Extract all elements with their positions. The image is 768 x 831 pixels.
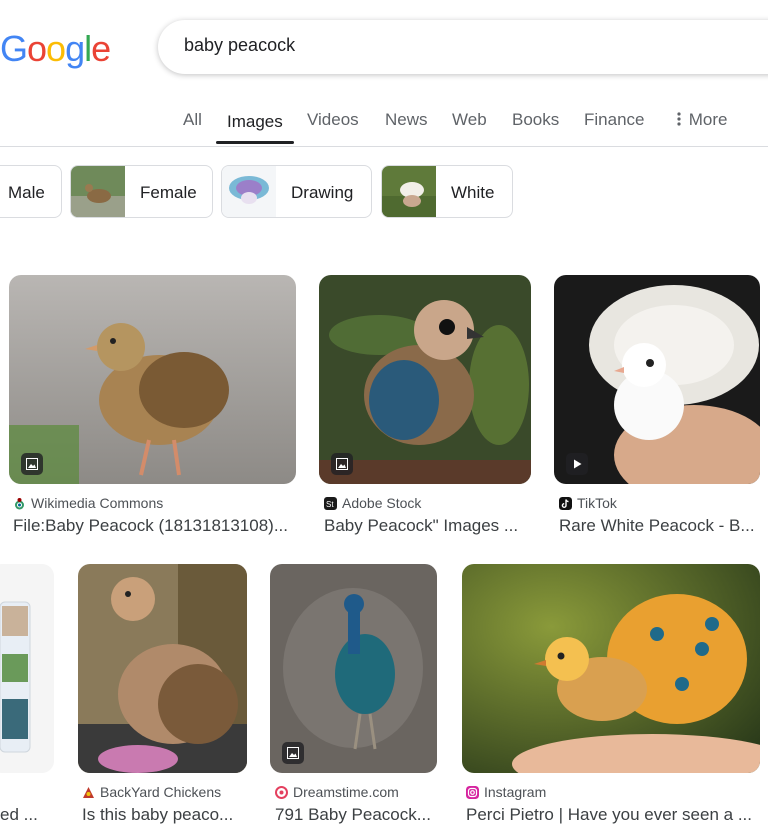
result-source[interactable]: St Adobe Stock — [324, 495, 421, 511]
result-image[interactable] — [0, 564, 54, 773]
chip-thumbnail-female — [71, 166, 125, 217]
result-source[interactable]: Wikimedia Commons — [13, 495, 163, 511]
result-title[interactable]: File:Baby Peacock (18131813108)... — [13, 516, 296, 536]
instagram-favicon — [466, 785, 479, 799]
search-tabs: All Images Videos News Web Books Finance… — [0, 102, 768, 146]
svg-text:St: St — [326, 500, 334, 509]
active-tab-indicator — [216, 141, 294, 144]
chip-label: Male — [8, 183, 45, 202]
chip-label: Drawing — [291, 183, 354, 202]
adobe-stock-favicon: St — [324, 496, 337, 510]
tiktok-favicon — [559, 496, 572, 510]
source-name: Adobe Stock — [342, 495, 422, 511]
source-name: BackYard Chickens — [100, 784, 222, 800]
source-name: Dreamstime.com — [293, 784, 399, 800]
result-title[interactable]: 791 Baby Peacock... — [275, 805, 437, 825]
tab-web[interactable]: Web — [452, 110, 487, 130]
image-badge — [282, 742, 304, 764]
image-icon — [26, 458, 38, 470]
source-name: Instagram — [484, 784, 547, 800]
chip-label: Female — [140, 183, 197, 202]
tab-books[interactable]: Books — [512, 110, 559, 130]
more-vert-icon — [677, 112, 681, 126]
tab-more[interactable]: More — [674, 110, 727, 130]
result-title[interactable]: ed ... — [0, 805, 50, 825]
tab-news[interactable]: News — [385, 110, 428, 130]
result-title[interactable]: Rare White Peacock - B... — [559, 516, 759, 536]
result-title[interactable]: Perci Pietro | Have you ever seen a ... — [466, 805, 758, 825]
result-source[interactable]: Dreamstime.com — [275, 784, 399, 800]
result-image[interactable] — [319, 275, 531, 484]
tab-videos[interactable]: Videos — [307, 110, 359, 130]
source-name: Wikimedia Commons — [31, 495, 164, 511]
tab-finance[interactable]: Finance — [584, 110, 644, 130]
search-box[interactable] — [158, 20, 768, 74]
result-image[interactable] — [462, 564, 760, 773]
tabs-divider — [0, 146, 768, 147]
chip-male[interactable]: Male — [0, 165, 62, 218]
result-source[interactable]: TikTok — [559, 495, 617, 511]
chip-female[interactable]: Female — [70, 165, 213, 218]
play-icon — [574, 459, 582, 469]
tab-more-label: More — [688, 110, 728, 129]
result-title[interactable]: Is this baby peaco... — [82, 805, 247, 825]
result-image[interactable] — [9, 275, 296, 484]
result-source[interactable]: BackYard Chickens — [82, 784, 221, 800]
google-logo[interactable]: Google — [0, 28, 111, 70]
chip-label: White — [451, 183, 495, 202]
backyard-chickens-favicon — [83, 786, 94, 798]
tab-all[interactable]: All — [183, 110, 202, 130]
chip-thumbnail-drawing — [222, 166, 276, 217]
source-name: TikTok — [577, 495, 617, 511]
image-icon — [287, 747, 299, 759]
chip-white[interactable]: White — [381, 165, 513, 218]
search-input[interactable] — [182, 34, 686, 57]
result-image[interactable] — [78, 564, 247, 773]
result-title[interactable]: Baby Peacock" Images ... — [324, 516, 529, 536]
chip-drawing[interactable]: Drawing — [221, 165, 372, 218]
video-badge — [566, 453, 588, 475]
image-icon — [336, 458, 348, 470]
image-badge — [331, 453, 353, 475]
wikimedia-favicon — [15, 497, 24, 509]
dreamstime-favicon — [275, 785, 288, 799]
tab-images[interactable]: Images — [227, 112, 283, 132]
image-badge — [21, 453, 43, 475]
result-source[interactable]: Instagram — [466, 784, 546, 800]
chip-thumbnail-white — [382, 166, 436, 217]
